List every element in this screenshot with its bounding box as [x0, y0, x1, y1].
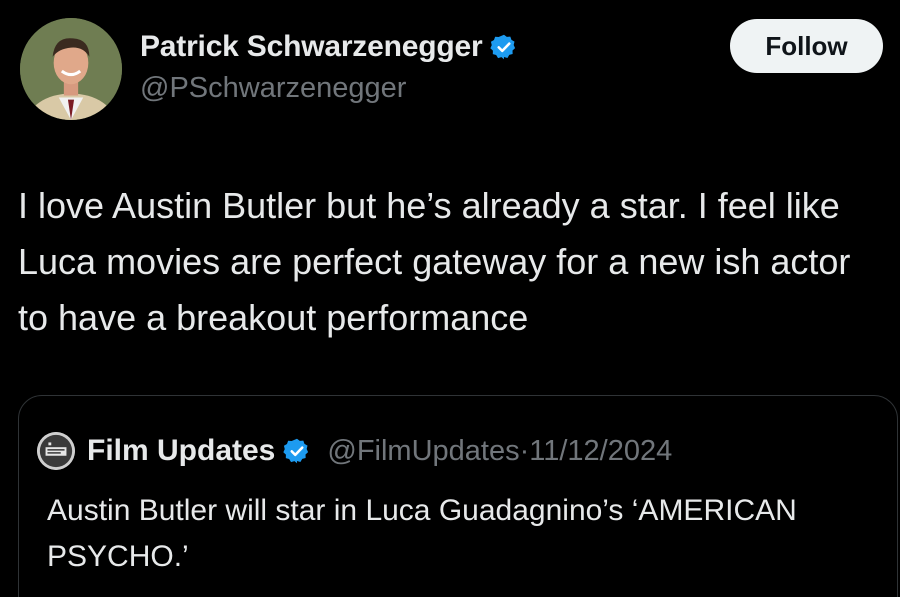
quoted-tweet-text: Austin Butler will star in Luca Guadagni… [47, 494, 797, 573]
quoted-tweet-card[interactable]: Film Updates @FilmUpdates·11/12/2024 Aus… [18, 395, 898, 597]
quoted-author-avatar[interactable] [37, 432, 75, 470]
tweet-text: I love Austin Butler but he’s already a … [18, 185, 851, 338]
author-avatar[interactable] [20, 18, 122, 120]
tweet-card: Patrick Schwarzenegger @PSchwarzenegger … [0, 0, 900, 597]
quoted-tweet-header: Film Updates @FilmUpdates·11/12/2024 [37, 432, 672, 470]
author-handle[interactable]: @PSchwarzenegger [140, 72, 406, 105]
quoted-meta-separator: · [519, 434, 530, 467]
author-display-name[interactable]: Patrick Schwarzenegger [140, 30, 483, 64]
verified-badge-icon [283, 438, 309, 464]
quoted-author-display-name[interactable]: Film Updates [87, 434, 275, 468]
quoted-handle-text[interactable]: @FilmUpdates [327, 435, 519, 467]
quoted-tweet-date[interactable]: 11/12/2024 [529, 435, 672, 467]
author-name-row: Patrick Schwarzenegger [140, 30, 518, 64]
avatar-portrait-icon [20, 18, 122, 120]
follow-button[interactable]: Follow [730, 19, 883, 73]
film-updates-logo-icon [37, 432, 75, 470]
verified-badge-icon [490, 34, 516, 60]
quoted-author-handle: @FilmUpdates·11/12/2024 [327, 435, 672, 468]
